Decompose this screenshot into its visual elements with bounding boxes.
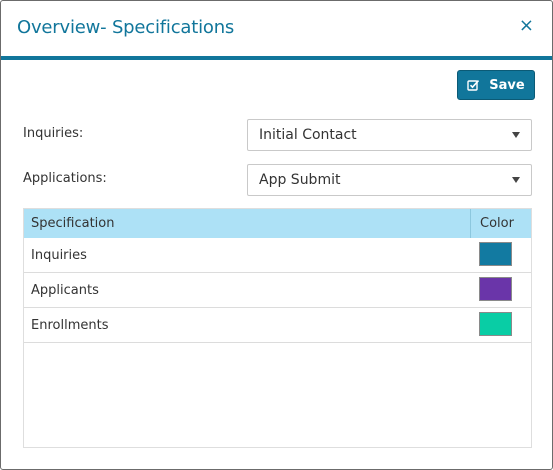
dialog-title: Overview- Specifications (17, 17, 235, 38)
save-button[interactable]: Save (457, 70, 535, 100)
table-row: Inquiries (24, 238, 531, 273)
save-label: Save (489, 77, 525, 93)
row-specification-name: Applicants (31, 283, 99, 298)
row-specification-name: Inquiries (31, 248, 87, 263)
row-specification-name: Enrollments (31, 318, 109, 333)
table-row: Applicants (24, 273, 531, 308)
applications-label: Applications: (23, 171, 107, 186)
applications-select-value: App Submit (259, 172, 341, 188)
color-swatch[interactable] (479, 242, 512, 266)
color-swatch[interactable] (479, 312, 512, 336)
dialog-header: Overview- Specifications × (1, 1, 552, 60)
specifications-table: Specification Color Inquiries Applicants… (23, 208, 532, 448)
applications-select[interactable]: App Submit (247, 164, 532, 196)
color-swatch[interactable] (479, 277, 512, 301)
inquiries-select[interactable]: Initial Contact (247, 119, 532, 151)
caret-down-icon (512, 177, 520, 183)
close-icon[interactable]: × (519, 17, 534, 35)
table-header: Specification Color (24, 209, 531, 238)
inquiries-label: Inquiries: (23, 126, 84, 141)
inquiries-select-value: Initial Contact (259, 127, 357, 143)
column-divider (470, 209, 471, 238)
column-header-specification: Specification (31, 216, 115, 231)
specifications-dialog: Overview- Specifications × Save Inquirie… (0, 0, 553, 470)
column-header-color: Color (480, 216, 514, 231)
checkbox-edit-icon (467, 79, 480, 91)
caret-down-icon (512, 132, 520, 138)
table-row: Enrollments (24, 308, 531, 343)
